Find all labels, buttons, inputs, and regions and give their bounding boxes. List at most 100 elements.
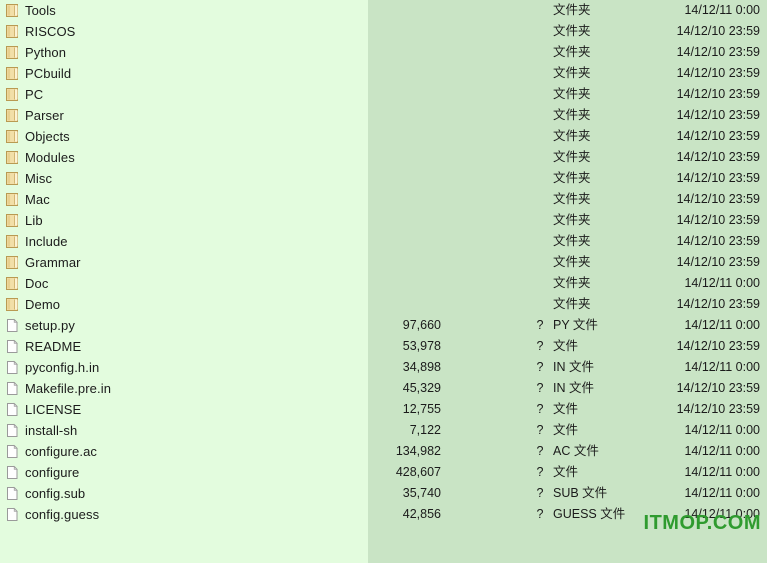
file-name-label: pyconfig.h.in — [25, 360, 100, 375]
file-unknown-column-cell — [534, 231, 546, 252]
file-row[interactable]: config.sub 35,740? SUB 文件 14/12/11 0:00 — [0, 483, 767, 504]
file-row[interactable]: Tools 文件夹 14/12/11 0:00 — [0, 0, 767, 21]
file-name-label: Grammar — [25, 255, 81, 270]
file-name-cell[interactable]: RISCOS — [6, 21, 75, 42]
file-name-cell[interactable]: Modules — [6, 147, 75, 168]
file-name-label: install-sh — [25, 423, 78, 438]
file-date-cell: 14/12/10 23:59 — [676, 24, 760, 38]
file-date-cell: 14/12/10 23:59 — [676, 255, 760, 269]
file-row[interactable]: Modules 文件夹 14/12/10 23:59 — [0, 147, 767, 168]
file-name-cell[interactable]: config.guess — [6, 504, 99, 525]
file-row[interactable]: Include 文件夹 14/12/10 23:59 — [0, 231, 767, 252]
file-row[interactable]: install-sh 7,122? 文件 14/12/11 0:00 — [0, 420, 767, 441]
file-row[interactable]: Demo 文件夹 14/12/10 23:59 — [0, 294, 767, 315]
folder-icon — [6, 234, 19, 249]
file-row[interactable]: configure 428,607? 文件 14/12/11 0:00 — [0, 462, 767, 483]
file-name-cell[interactable]: Parser — [6, 105, 64, 126]
file-unknown-column-cell: ? — [536, 318, 544, 332]
file-row[interactable]: LICENSE 12,755? 文件 14/12/10 23:59 — [0, 399, 767, 420]
file-name-cell[interactable]: configure.ac — [6, 441, 97, 462]
file-date-cell: 14/12/10 23:59 — [676, 402, 760, 416]
file-name-cell[interactable]: LICENSE — [6, 399, 81, 420]
file-name-cell[interactable]: PCbuild — [6, 63, 71, 84]
file-date-cell: 14/12/10 23:59 — [676, 87, 760, 101]
file-type-cell: 文件夹 — [553, 234, 591, 248]
folder-icon — [6, 192, 19, 207]
file-row[interactable]: Grammar 文件夹 14/12/10 23:59 — [0, 252, 767, 273]
file-size-cell: 42,856 — [402, 507, 441, 521]
file-name-cell[interactable]: PC — [6, 84, 43, 105]
file-name-label: Include — [25, 234, 68, 249]
file-name-cell[interactable]: Include — [6, 231, 68, 252]
file-list[interactable]: Tools 文件夹 14/12/11 0:00 RISCOS 文件夹 14/12/10 2… — [0, 0, 767, 563]
file-name-cell[interactable]: Objects — [6, 126, 70, 147]
file-type-cell: 文件夹 — [553, 192, 591, 206]
file-type-cell: 文件夹 — [553, 24, 591, 38]
file-name-cell[interactable]: setup.py — [6, 315, 75, 336]
folder-icon — [6, 255, 19, 270]
file-type-cell: 文件夹 — [553, 129, 591, 143]
file-date-cell: 14/12/11 0:00 — [684, 423, 760, 437]
file-size-cell: 428,607 — [395, 465, 441, 479]
file-row[interactable]: setup.py 97,660? PY 文件 14/12/11 0:00 — [0, 315, 767, 336]
file-size-cell: 12,755 — [402, 402, 441, 416]
file-name-cell[interactable]: Python — [6, 42, 66, 63]
file-name-cell[interactable]: configure — [6, 462, 79, 483]
file-row[interactable]: configure.ac 134,982? AC 文件 14/12/11 0:00 — [0, 441, 767, 462]
file-name-cell[interactable]: Doc — [6, 273, 48, 294]
file-unknown-column-cell — [534, 294, 546, 315]
file-row[interactable]: PC 文件夹 14/12/10 23:59 — [0, 84, 767, 105]
file-unknown-column-cell: ? — [536, 402, 544, 416]
file-type-cell: IN 文件 — [553, 381, 594, 395]
file-size-cell: 34,898 — [402, 360, 441, 374]
file-name-cell[interactable]: Mac — [6, 189, 50, 210]
file-type-cell: 文件夹 — [553, 213, 591, 227]
file-row[interactable]: pyconfig.h.in 34,898? IN 文件 14/12/11 0:00 — [0, 357, 767, 378]
file-name-label: PC — [25, 87, 44, 102]
file-name-label: Doc — [25, 276, 49, 291]
file-name-cell[interactable]: config.sub — [6, 483, 85, 504]
file-name-label: setup.py — [25, 318, 75, 333]
file-row[interactable]: RISCOS 文件夹 14/12/10 23:59 — [0, 21, 767, 42]
file-row[interactable]: Python 文件夹 14/12/10 23:59 — [0, 42, 767, 63]
file-row[interactable]: Parser 文件夹 14/12/10 23:59 — [0, 105, 767, 126]
file-unknown-column-cell — [534, 42, 546, 63]
file-row[interactable]: Doc 文件夹 14/12/11 0:00 — [0, 273, 767, 294]
folder-icon — [6, 3, 19, 18]
file-name-label: config.sub — [25, 486, 86, 501]
file-name-cell[interactable]: Lib — [6, 210, 43, 231]
file-name-cell[interactable]: Misc — [6, 168, 52, 189]
file-unknown-column-cell — [534, 252, 546, 273]
file-name-cell[interactable]: Grammar — [6, 252, 81, 273]
file-type-cell: 文件夹 — [553, 255, 591, 269]
file-row[interactable]: Misc 文件夹 14/12/10 23:59 — [0, 168, 767, 189]
file-size-cell: 97,660 — [402, 318, 441, 332]
file-name-cell[interactable]: Demo — [6, 294, 60, 315]
file-row[interactable]: Mac 文件夹 14/12/10 23:59 — [0, 189, 767, 210]
file-date-cell: 14/12/10 23:59 — [676, 45, 760, 59]
file-date-cell: 14/12/10 23:59 — [676, 339, 760, 353]
folder-icon — [6, 108, 19, 123]
file-name-label: Parser — [25, 108, 64, 123]
file-name-label: Lib — [25, 213, 43, 228]
file-date-cell: 14/12/11 0:00 — [684, 318, 760, 332]
file-type-cell: GUESS 文件 — [553, 507, 626, 521]
file-name-cell[interactable]: Tools — [6, 0, 56, 21]
file-unknown-column-cell — [534, 84, 546, 105]
file-row[interactable]: Objects 文件夹 14/12/10 23:59 — [0, 126, 767, 147]
file-name-cell[interactable]: README — [6, 336, 81, 357]
file-row[interactable]: Lib 文件夹 14/12/10 23:59 — [0, 210, 767, 231]
file-icon — [6, 318, 19, 333]
file-name-cell[interactable]: pyconfig.h.in — [6, 357, 99, 378]
file-name-label: LICENSE — [25, 402, 82, 417]
file-unknown-column-cell — [534, 147, 546, 168]
file-name-cell[interactable]: Makefile.pre.in — [6, 378, 111, 399]
file-name-cell[interactable]: install-sh — [6, 420, 77, 441]
file-unknown-column-cell: ? — [536, 423, 544, 437]
file-type-cell: PY 文件 — [553, 318, 598, 332]
file-row[interactable]: Makefile.pre.in 45,329? IN 文件 14/12/10 23:5… — [0, 378, 767, 399]
file-type-cell: 文件夹 — [553, 276, 591, 290]
file-row[interactable]: README 53,978? 文件 14/12/10 23:59 — [0, 336, 767, 357]
file-row[interactable]: PCbuild 文件夹 14/12/10 23:59 — [0, 63, 767, 84]
file-date-cell: 14/12/11 0:00 — [684, 3, 760, 17]
